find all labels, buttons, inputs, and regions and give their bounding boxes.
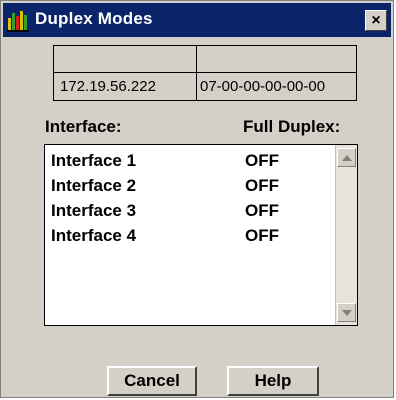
scroll-up-button[interactable] xyxy=(337,148,356,167)
scroll-down-button[interactable] xyxy=(337,303,356,322)
interface-column-header: Interface: xyxy=(45,117,122,136)
help-button[interactable]: Help xyxy=(227,366,319,396)
full-duplex-column-header: Full Duplex: xyxy=(243,117,341,136)
duplex-state: OFF xyxy=(245,201,279,220)
interface-name: Interface 4 xyxy=(51,226,137,245)
grid-header-cell xyxy=(54,46,197,72)
grid-data-row: 172.19.56.222 07-00-00-00-00-00 xyxy=(54,73,356,100)
mac-address-cell: 07-00-00-00-00-00 xyxy=(200,78,326,95)
vertical-scrollbar[interactable] xyxy=(335,145,357,325)
scroll-down-arrow-icon xyxy=(342,310,352,316)
interface-name: Interface 2 xyxy=(51,176,137,195)
interface-name: Interface 3 xyxy=(51,201,137,220)
scroll-up-arrow-icon xyxy=(342,155,352,161)
duplex-state: OFF xyxy=(245,226,279,245)
close-button[interactable]: × xyxy=(365,10,387,31)
app-chart-icon xyxy=(7,11,29,32)
grid-header-cell xyxy=(197,46,356,72)
close-icon: × xyxy=(371,11,381,29)
interface-name: Interface 1 xyxy=(51,151,137,170)
duplex-state: OFF xyxy=(245,151,279,170)
ip-address-cell: 172.19.56.222 xyxy=(54,73,197,100)
duplex-modes-dialog: Duplex Modes × 172.19.56.222 07-00-00-00… xyxy=(0,0,394,398)
window-title: Duplex Modes xyxy=(35,9,153,28)
interface-list[interactable]: Interface 1 OFF Interface 2 OFF Interfac… xyxy=(44,144,358,326)
duplex-state: OFF xyxy=(245,176,279,195)
title-bar[interactable]: Duplex Modes × xyxy=(3,3,391,37)
address-grid: 172.19.56.222 07-00-00-00-00-00 xyxy=(53,45,357,101)
grid-header-row xyxy=(54,46,356,73)
cancel-button[interactable]: Cancel xyxy=(107,366,197,396)
